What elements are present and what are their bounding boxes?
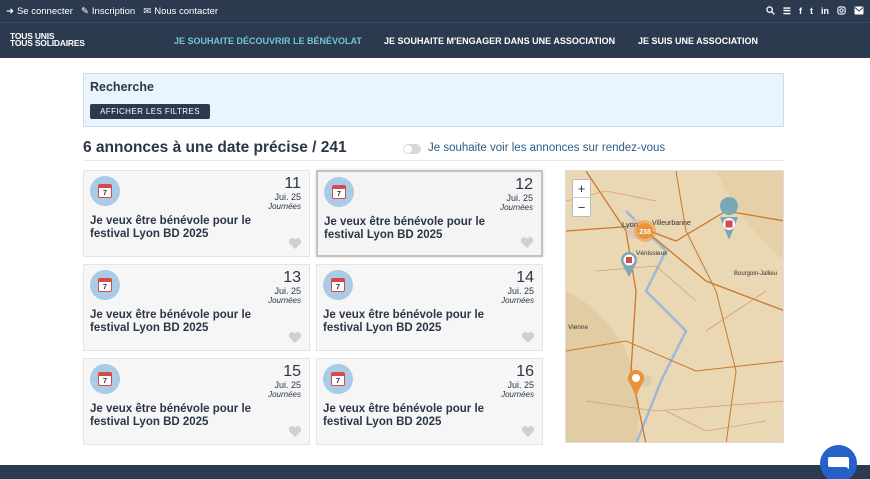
favorite-heart-icon[interactable] <box>521 425 535 438</box>
card-duration: Journées <box>268 202 301 211</box>
listing-card[interactable]: 7 12 Jui. 25 Journées Je veux être bénévole … <box>316 170 543 257</box>
search-title: Recherche <box>90 80 154 94</box>
pencil-icon: ✎ <box>80 5 89 17</box>
search-panel: Recherche AFFICHER LES FILTRES <box>83 73 784 127</box>
chat-button[interactable] <box>820 445 857 479</box>
card-day: 12 <box>515 176 533 193</box>
card-duration: Journées <box>268 390 301 399</box>
map-marker-pin[interactable] <box>628 370 644 396</box>
calendar-icon: 7 <box>323 270 353 300</box>
chat-bubble-icon <box>828 457 849 469</box>
top-utility-bar: ➜ Se connecter ✎ Inscription ✉ Nous cont… <box>0 0 870 22</box>
instagram-icon[interactable] <box>837 5 846 17</box>
card-day: 13 <box>283 269 301 286</box>
card-day: 14 <box>516 269 534 286</box>
register-label: Inscription <box>91 5 136 17</box>
card-month: Jui. 25 <box>507 380 534 390</box>
card-month: Jui. 25 <box>274 380 301 390</box>
map-label-villeurbanne: Villeurbanne <box>652 220 691 227</box>
card-month: Jui. 25 <box>507 286 534 296</box>
card-month: Jui. 25 <box>506 193 533 203</box>
show-filters-button[interactable]: AFFICHER LES FILTRES <box>90 104 210 119</box>
calendar-number: 7 <box>332 185 346 199</box>
calendar-number: 7 <box>98 184 112 198</box>
logo-line-2: TOUS SOLIDAIRES <box>10 38 85 48</box>
listing-card[interactable]: 7 11 Jui. 25 Journées Je veux être bénévole … <box>83 170 310 257</box>
map-marker-pin[interactable] <box>720 197 739 240</box>
listing-card[interactable]: 7 13 Jui. 25 Journées Je veux être bénévole … <box>83 264 310 351</box>
divider <box>83 160 784 161</box>
card-duration: Journées <box>500 203 533 212</box>
card-title: Je veux être bénévole pour le festival L… <box>90 403 252 428</box>
login-label: Se connecter <box>16 5 73 17</box>
footer-bar <box>0 465 870 479</box>
card-day: 11 <box>284 175 301 192</box>
menu-icon[interactable]: ☰ <box>783 6 791 17</box>
contact-label: Nous contacter <box>154 5 219 17</box>
calendar-icon: 7 <box>90 270 120 300</box>
calendar-icon: 7 <box>323 364 353 394</box>
favorite-heart-icon[interactable] <box>288 425 302 438</box>
card-duration: Journées <box>501 296 534 305</box>
card-month: Jui. 25 <box>274 192 301 202</box>
calendar-number: 7 <box>331 372 345 386</box>
linkedin-icon[interactable]: in <box>821 6 829 16</box>
listing-card[interactable]: 7 14 Jui. 25 Journées Je veux être bénévole … <box>316 264 543 351</box>
calendar-icon: 7 <box>90 364 120 394</box>
cluster-count: 238 <box>639 229 651 236</box>
login-icon: ➜ <box>6 5 14 17</box>
card-title: Je veux être bénévole pour le festival L… <box>323 309 485 334</box>
card-title: Je veux être bénévole pour le festival L… <box>90 215 252 240</box>
main-nav: TOUS UNIS TOUS SOLIDAIRES JE SOUHAITE DÉ… <box>0 22 870 58</box>
nav-i-am-association[interactable]: JE SUIS UNE ASSOCIATION <box>638 36 758 46</box>
cluster-marker[interactable]: 238 <box>634 220 656 242</box>
map-overlay: Lyon Villeurbanne Vénissieux Bourgoin-Ja… <box>568 197 777 396</box>
contact-link[interactable]: ✉ Nous contacter <box>143 6 218 17</box>
card-day: 16 <box>516 363 534 380</box>
listing-card[interactable]: 7 15 Jui. 25 Journées Je veux être bénévole … <box>83 358 310 445</box>
twitter-icon[interactable]: t <box>810 6 813 16</box>
results-count-title: 6 annonces à une date précise / 241 <box>83 139 347 156</box>
favorite-heart-icon[interactable] <box>288 331 302 344</box>
register-link[interactable]: ✎ Inscription <box>81 6 135 17</box>
utility-icons: ☰ f t in <box>766 6 864 17</box>
facebook-icon[interactable]: f <box>799 6 802 16</box>
calendar-icon: 7 <box>90 176 120 206</box>
card-title: Je veux être bénévole pour le festival L… <box>90 309 252 334</box>
map-label-venissieux: Vénissieux <box>636 250 668 257</box>
account-links: ➜ Se connecter ✎ Inscription ✉ Nous cont… <box>6 6 218 17</box>
appointment-toggle[interactable] <box>403 144 421 154</box>
site-logo[interactable]: TOUS UNIS TOUS SOLIDAIRES <box>10 32 85 48</box>
card-day: 15 <box>283 363 301 380</box>
mail-icon[interactable] <box>854 6 864 17</box>
nav-discover-volunteering[interactable]: JE SOUHAITE DÉCOUVRIR LE BÉNÉVOLAT <box>174 36 362 46</box>
card-title: Je veux être bénévole pour le festival L… <box>324 216 486 241</box>
search-icon[interactable] <box>766 5 775 17</box>
calendar-number: 7 <box>98 372 112 386</box>
listing-card[interactable]: 7 16 Jui. 25 Journées Je veux être bénévole … <box>316 358 543 445</box>
calendar-number: 7 <box>331 278 345 292</box>
envelope-icon: ✉ <box>143 5 152 17</box>
nav-join-association[interactable]: JE SOUHAITE M'ENGAGER DANS UNE ASSOCIATI… <box>384 36 615 46</box>
map-label-bourgoin: Bourgoin-Jallieu <box>734 271 777 277</box>
appointment-toggle-label[interactable]: Je souhaite voir les annonces sur rendez… <box>428 142 665 154</box>
map-panel[interactable]: + − Lyon Villeurbanne Vénissieux Bourgoi… <box>565 170 784 443</box>
calendar-number: 7 <box>98 278 112 292</box>
favorite-heart-icon[interactable] <box>521 331 535 344</box>
login-link[interactable]: ➜ Se connecter <box>6 6 73 17</box>
card-month: Jui. 25 <box>274 286 301 296</box>
card-duration: Journées <box>268 296 301 305</box>
calendar-icon: 7 <box>324 177 354 207</box>
map-label-vienne: Vienne <box>568 324 589 331</box>
card-duration: Journées <box>501 390 534 399</box>
favorite-heart-icon[interactable] <box>288 237 302 250</box>
favorite-heart-icon[interactable] <box>520 236 534 249</box>
map-marker-pin[interactable] <box>621 252 637 277</box>
card-title: Je veux être bénévole pour le festival L… <box>323 403 485 428</box>
